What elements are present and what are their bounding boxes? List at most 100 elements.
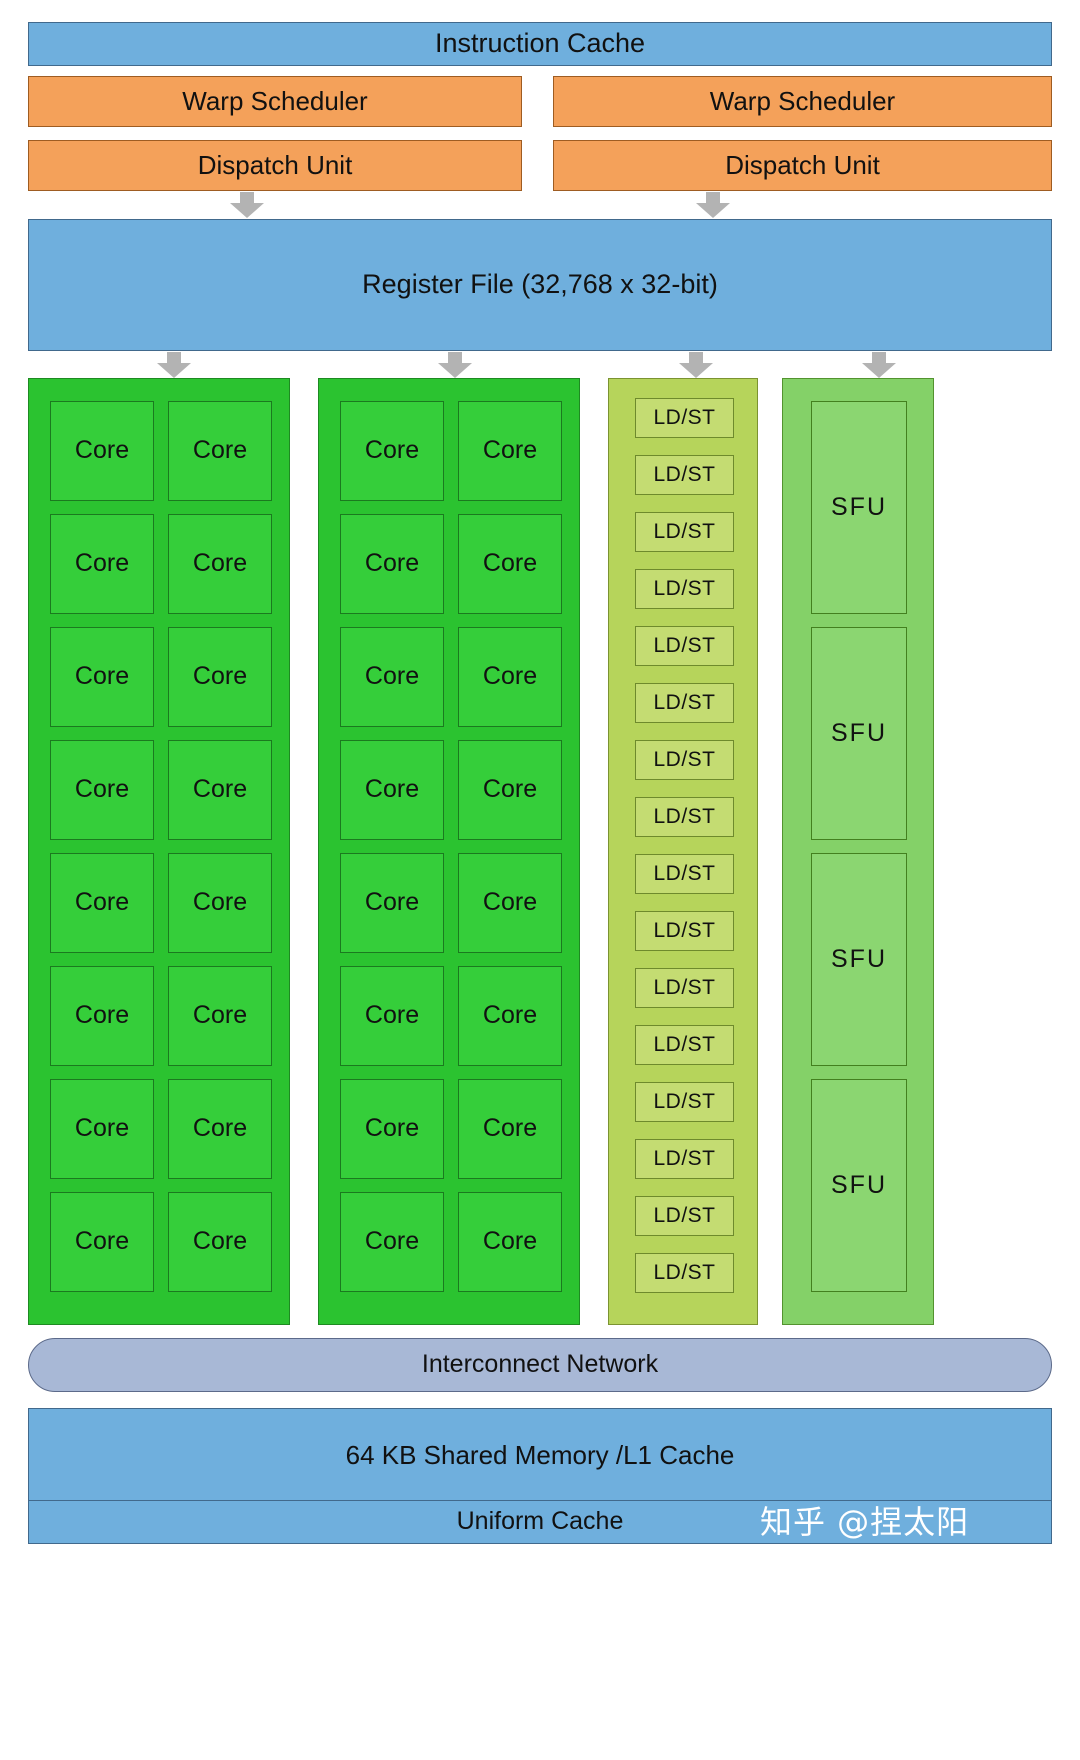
core-cell-label: Core [192,549,248,578]
core-cell-label: Core [364,1114,420,1143]
load-store-unit-cell: LD/ST [635,512,734,552]
load-store-unit-label: LD/ST [653,406,716,430]
core-cell: Core [168,1079,272,1179]
core-cell-label: Core [192,436,248,465]
core-cell-label: Core [74,1114,130,1143]
load-store-unit-label: LD/ST [653,691,716,715]
warp-scheduler-right: Warp Scheduler [553,76,1052,127]
warp-scheduler-left-label: Warp Scheduler [182,86,368,117]
load-store-unit-label: LD/ST [653,1261,716,1285]
load-store-unit-cell: LD/ST [635,455,734,495]
sfu-cell-label: SFU [831,944,887,973]
dispatch-unit-left-label: Dispatch Unit [197,150,353,181]
core-cell-label: Core [482,662,538,691]
core-cell-label: Core [364,549,420,578]
load-store-column: LD/ST LD/ST LD/ST LD/ST LD/ST LD/ST LD/ST LD/ST… [608,378,758,1325]
core-cell-label: Core [482,549,538,578]
load-store-unit-label: LD/ST [653,976,716,1000]
core-cell: Core [168,966,272,1066]
watermark-attribution: 知乎 @捏太阳 [760,1503,970,1541]
core-cell: Core [340,1079,444,1179]
sfu-cell: SFU [811,627,907,840]
arrow-dispatch-right-to-register-file [696,192,730,218]
core-cell: Core [50,1079,154,1179]
core-cell-label: Core [74,662,130,691]
core-cell-label: Core [74,436,130,465]
core-cell: Core [340,740,444,840]
load-store-unit-label: LD/ST [653,805,716,829]
interconnect-network-label: Interconnect Network [421,1350,659,1379]
load-store-unit-label: LD/ST [653,919,716,943]
load-store-unit-cell: LD/ST [635,740,734,780]
core-cell: Core [50,627,154,727]
load-store-unit-cell: LD/ST [635,569,734,609]
arrow-dispatch-left-to-register-file [230,192,264,218]
core-cell: Core [340,627,444,727]
core-cell: Core [458,853,562,953]
sfu-cell: SFU [811,401,907,614]
warp-scheduler-right-label: Warp Scheduler [709,86,896,117]
core-column-2: Core Core Core Core Core Core Core Core Core Core… [318,378,580,1325]
core-cell: Core [50,401,154,501]
core-cell-label: Core [482,436,538,465]
core-cell: Core [50,740,154,840]
core-cell: Core [50,853,154,953]
core-cell: Core [50,514,154,614]
core-cell-label: Core [192,1227,248,1256]
load-store-unit-label: LD/ST [653,1090,716,1114]
core-cell-label: Core [192,1114,248,1143]
load-store-unit-label: LD/ST [653,1033,716,1057]
core-cell-label: Core [74,1001,130,1030]
core-cell: Core [340,853,444,953]
core-cell: Core [458,1079,562,1179]
arrow-register-file-to-load-store-column [679,352,713,378]
core-column-1: Core Core Core Core Core Core Core Core Core Core… [28,378,290,1325]
core-cell: Core [340,401,444,501]
sfu-column: SFU SFU SFU SFU [782,378,934,1325]
arrow-register-file-to-core-column-2 [438,352,472,378]
core-cell-label: Core [192,775,248,804]
load-store-unit-cell: LD/ST [635,797,734,837]
load-store-unit-label: LD/ST [653,520,716,544]
core-cell: Core [340,514,444,614]
sfu-cell-label: SFU [831,492,887,521]
arrow-register-file-to-sfu-column [862,352,896,378]
load-store-unit-label: LD/ST [653,577,716,601]
sm-block-diagram: Instruction Cache Warp Scheduler Warp Sc… [0,0,1080,1760]
core-cell: Core [340,966,444,1066]
load-store-unit-cell: LD/ST [635,1253,734,1293]
core-cell-label: Core [364,662,420,691]
load-store-unit-label: LD/ST [653,634,716,658]
shared-memory-l1-cache-block: 64 KB Shared Memory /L1 Cache [28,1408,1052,1502]
load-store-unit-label: LD/ST [653,463,716,487]
load-store-unit-cell: LD/ST [635,1025,734,1065]
load-store-unit-label: LD/ST [653,748,716,772]
dispatch-unit-right: Dispatch Unit [553,140,1052,191]
core-cell: Core [168,401,272,501]
warp-scheduler-left: Warp Scheduler [28,76,522,127]
core-cell-label: Core [74,888,130,917]
load-store-unit-cell: LD/ST [635,1139,734,1179]
core-cell: Core [458,1192,562,1292]
core-cell-label: Core [192,888,248,917]
core-cell-label: Core [364,436,420,465]
uniform-cache-label: Uniform Cache [456,1507,624,1536]
register-file-label: Register File (32,768 x 32-bit) [362,269,718,300]
core-cell-label: Core [364,888,420,917]
core-cell-label: Core [482,1114,538,1143]
load-store-unit-label: LD/ST [653,1147,716,1171]
core-cell-label: Core [74,1227,130,1256]
load-store-unit-cell: LD/ST [635,626,734,666]
dispatch-unit-right-label: Dispatch Unit [725,150,880,181]
core-cell-label: Core [482,1227,538,1256]
core-cell: Core [168,740,272,840]
core-cell: Core [340,1192,444,1292]
sfu-cell-label: SFU [831,1170,887,1199]
interconnect-network-block: Interconnect Network [28,1338,1052,1392]
sfu-cell: SFU [811,853,907,1066]
core-cell-label: Core [482,888,538,917]
core-cell-label: Core [364,775,420,804]
core-cell-label: Core [364,1001,420,1030]
core-cell-label: Core [74,549,130,578]
instruction-cache-block: Instruction Cache [28,22,1052,66]
